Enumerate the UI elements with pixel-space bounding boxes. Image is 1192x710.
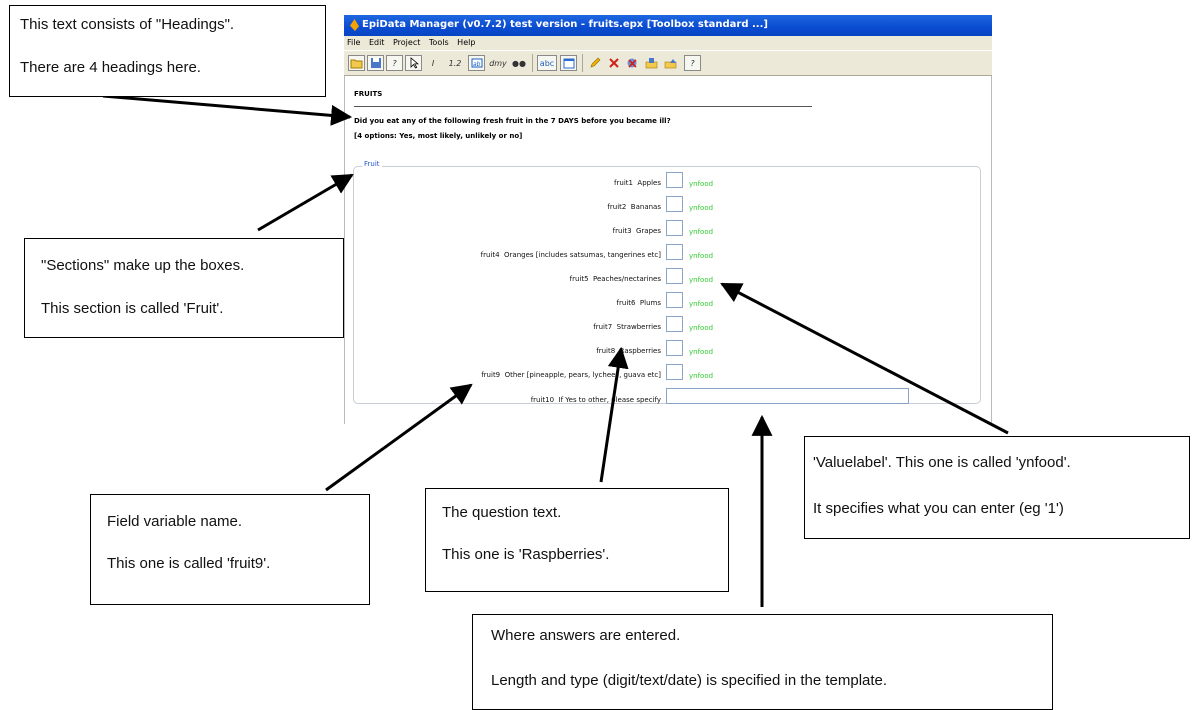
callout-headings-line1: This text consists of "Headings". <box>20 16 235 33</box>
callout-field-name: Field variable name. This one is called … <box>90 494 370 605</box>
callout-valuelabel: 'Valuelabel'. This one is called 'ynfood… <box>804 436 1190 539</box>
callout-headings-line2: There are 4 headings here. <box>20 59 201 76</box>
callout-answers-line2: Length and type (digit/text/date) is spe… <box>491 672 888 689</box>
callout-question-text-line2: This one is 'Raspberries'. <box>442 546 610 563</box>
callout-sections-line1: "Sections" make up the boxes. <box>41 257 245 274</box>
callout-question-text-line1: The question text. <box>442 504 562 521</box>
arrow-to-field-name <box>325 383 473 492</box>
arrow-to-valuelabel <box>720 282 1009 435</box>
arrow-to-question-text <box>599 346 629 483</box>
callout-field-name-line2: This one is called 'fruit9'. <box>107 555 271 572</box>
callout-valuelabel-line2: It specifies what you can enter (eg '1') <box>813 500 1064 517</box>
callout-headings: This text consists of "Headings". There … <box>9 5 326 97</box>
callout-answers: Where answers are entered. Length and ty… <box>472 614 1053 710</box>
callout-field-name-line1: Field variable name. <box>107 513 243 530</box>
callout-sections-line2: This section is called 'Fruit'. <box>41 300 224 317</box>
callout-answers-line1: Where answers are entered. <box>491 627 681 644</box>
callout-sections: "Sections" make up the boxes. This secti… <box>24 238 344 338</box>
arrow-to-headings <box>102 94 353 126</box>
arrow-to-section <box>257 173 354 232</box>
callout-question-text: The question text. This one is 'Raspberr… <box>425 488 729 592</box>
callout-valuelabel-line1: 'Valuelabel'. This one is called 'ynfood… <box>813 454 1071 471</box>
